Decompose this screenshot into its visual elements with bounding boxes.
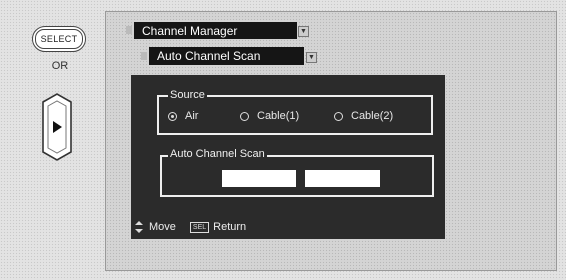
menu-marker-icon (126, 26, 132, 34)
select-button-label: SELECT (35, 29, 83, 49)
submenu-marker-icon (141, 52, 147, 60)
source-option-label: Cable(1) (257, 110, 300, 122)
source-option-label: Air (185, 110, 199, 122)
scan-legend: Auto Channel Scan (168, 148, 267, 160)
up-down-icon (135, 221, 143, 233)
radio-selected-icon (168, 111, 177, 121)
submenu-title: Auto Channel Scan (149, 47, 304, 65)
menu-title: Channel Manager (134, 22, 297, 39)
remote-hint-area: SELECT OR (0, 0, 100, 280)
scan-group (160, 155, 434, 197)
source-option-cable1[interactable]: Cable(1) (240, 110, 299, 122)
help-return-label: Return (213, 221, 247, 233)
submenu-title-text: Auto Channel Scan (157, 49, 261, 63)
scan-progress-left (222, 170, 296, 187)
help-bar: Move SEL Return (131, 216, 445, 238)
menu-title-text: Channel Manager (142, 23, 238, 38)
help-move-label: Move (149, 221, 176, 233)
select-button[interactable]: SELECT (32, 26, 86, 52)
source-option-label: Cable(2) (351, 110, 394, 122)
scan-progress-right (305, 170, 380, 187)
or-label: OR (51, 60, 69, 72)
radio-unselected-icon (334, 111, 343, 121)
right-arrow-key[interactable] (39, 92, 75, 162)
source-legend: Source (168, 89, 207, 101)
source-option-air[interactable]: Air (168, 110, 198, 122)
source-option-cable2[interactable]: Cable(2) (334, 110, 393, 122)
sel-key-icon: SEL (189, 221, 210, 233)
submenu-title-arrow-icon[interactable]: ▼ (306, 52, 317, 63)
menu-title-arrow-icon[interactable]: ▼ (298, 26, 309, 37)
radio-unselected-icon (240, 111, 249, 121)
